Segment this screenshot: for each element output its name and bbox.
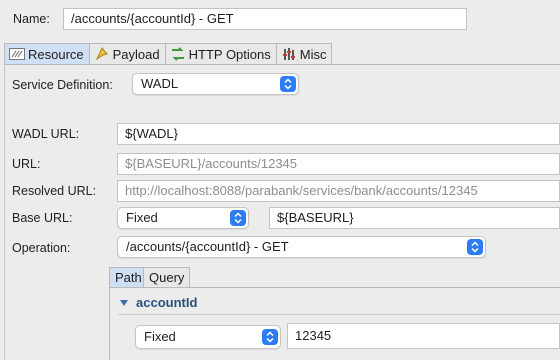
base-url-field[interactable]: ${BASEURL}	[269, 207, 560, 229]
name-field[interactable]: /accounts/{accountId} - GET	[63, 8, 467, 30]
base-url-label: Base URL:	[12, 211, 73, 225]
operation-select[interactable]: /accounts/{accountId} - GET	[117, 236, 486, 258]
tab-payload[interactable]: Payload	[88, 43, 166, 64]
name-label: Name:	[13, 12, 50, 26]
param-name: accountId	[136, 295, 198, 310]
url-field[interactable]: ${BASEURL}/accounts/12345	[117, 153, 560, 175]
misc-icon	[280, 46, 298, 62]
service-definition-select[interactable]: WADL	[132, 73, 299, 95]
resource-icon	[8, 46, 26, 62]
param-group-header[interactable]: accountId	[120, 295, 197, 310]
operation-label: Operation:	[12, 241, 71, 255]
chevron-updown-icon	[280, 76, 296, 92]
service-definition-label: Service Definition:	[12, 78, 113, 92]
http-options-icon	[169, 46, 187, 62]
chevron-updown-icon	[262, 329, 278, 345]
tab-resource[interactable]: Resource	[4, 43, 90, 64]
main-tabs: Resource Payload HTTP Options Misc	[4, 43, 333, 64]
param-divider	[118, 314, 560, 315]
payload-icon	[93, 46, 111, 62]
base-url-mode-select[interactable]: Fixed	[117, 207, 249, 229]
param-value-field[interactable]: 12345	[287, 323, 560, 349]
url-label: URL:	[12, 157, 41, 171]
chevron-updown-icon	[467, 239, 483, 255]
tab-http-options[interactable]: HTTP Options	[164, 43, 277, 64]
tab-misc[interactable]: Misc	[275, 43, 333, 64]
disclosure-down-icon	[120, 299, 128, 306]
tab-query[interactable]: Query	[143, 267, 191, 287]
param-mode-select[interactable]: Fixed	[135, 325, 281, 349]
wadl-url-label: WADL URL:	[12, 127, 80, 141]
chevron-updown-icon	[230, 210, 246, 226]
resolved-url-label: Resolved URL:	[12, 184, 97, 198]
wadl-url-field[interactable]: ${WADL}	[117, 123, 560, 145]
resolved-url-field[interactable]: http://localhost:8088/parabank/services/…	[117, 180, 560, 202]
tab-path[interactable]: Path	[109, 267, 148, 287]
